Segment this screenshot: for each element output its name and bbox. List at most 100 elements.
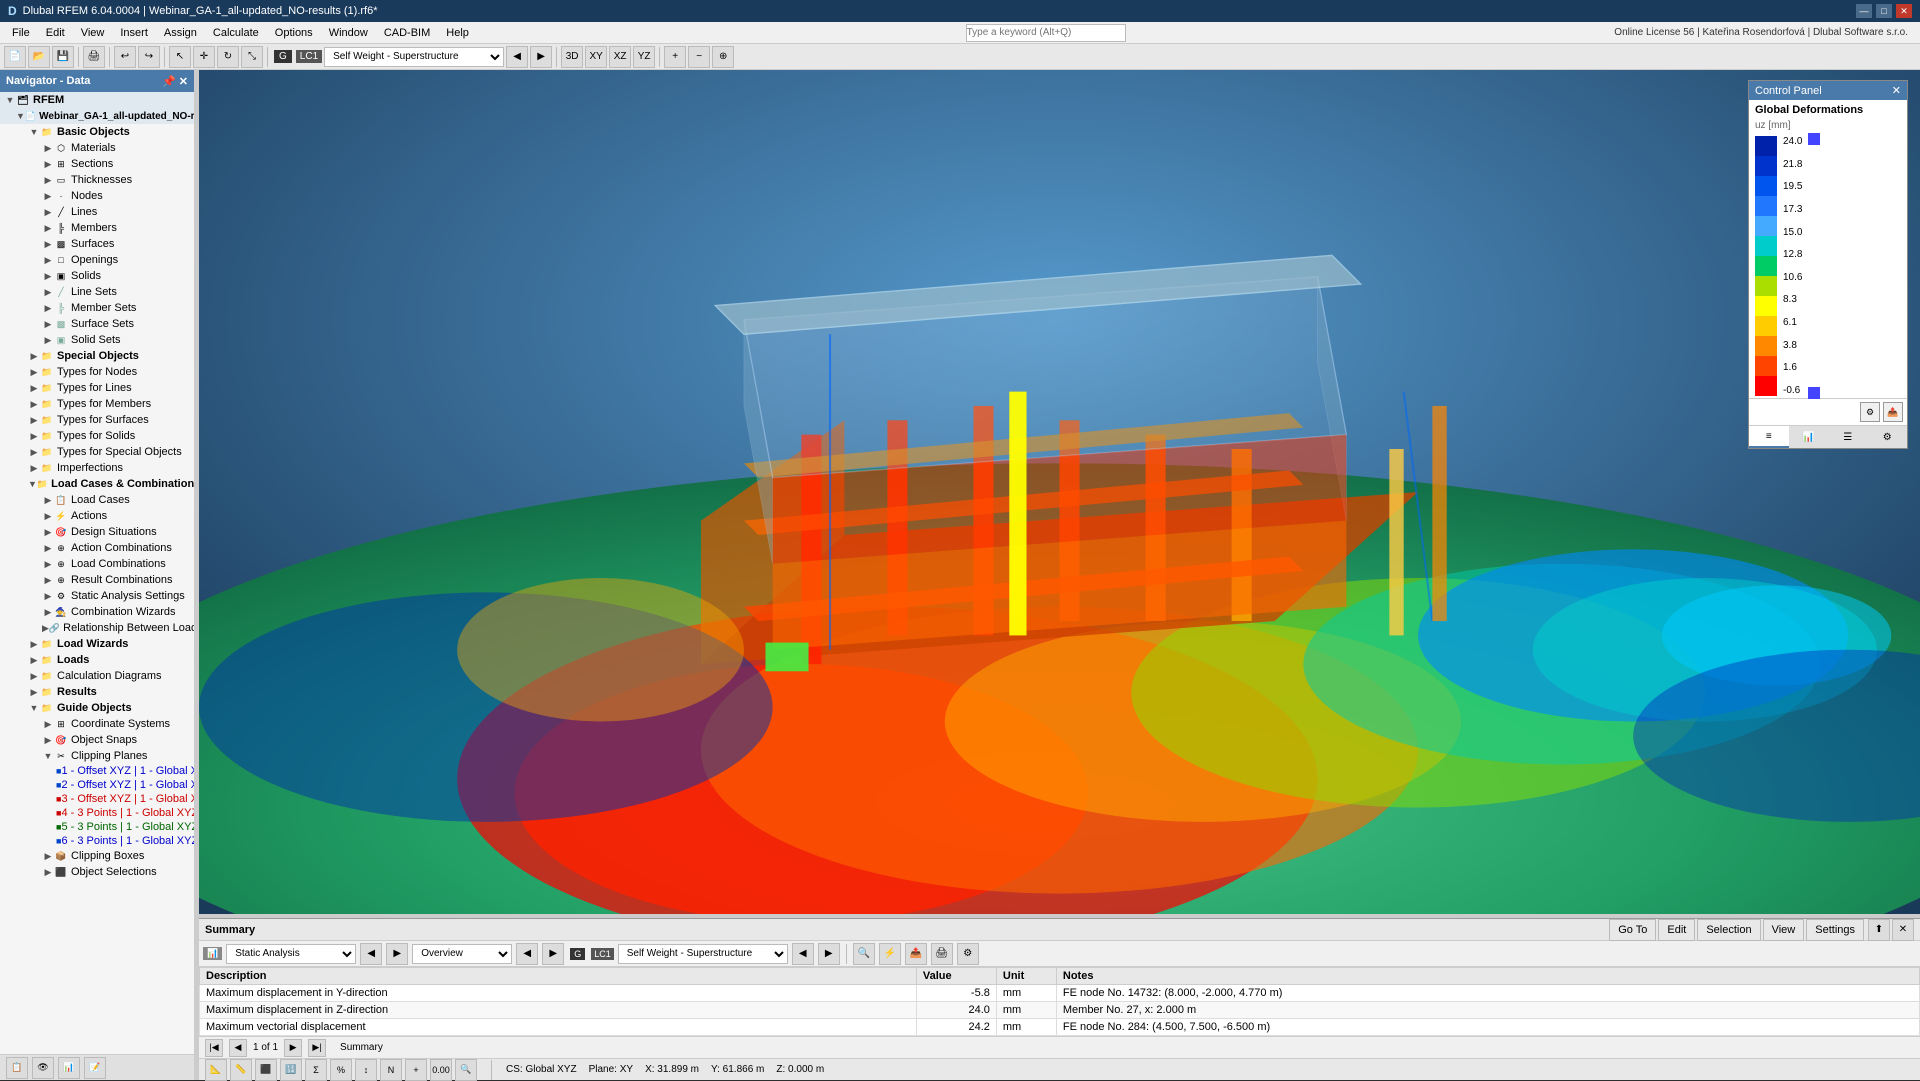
- legend-close-btn[interactable]: ✕: [1892, 84, 1901, 97]
- analysis-type-select[interactable]: Static Analysis: [226, 944, 356, 964]
- nav-clipping-planes[interactable]: ▼ ✂ Clipping Planes: [0, 748, 194, 764]
- menu-assign[interactable]: Assign: [156, 25, 205, 41]
- legend-tab-list[interactable]: ☰: [1828, 426, 1868, 448]
- select-btn[interactable]: ↖: [169, 46, 191, 68]
- edit-btn[interactable]: Edit: [1658, 919, 1695, 941]
- nav-actions[interactable]: ▶ ⚡ Actions: [0, 508, 194, 524]
- nav-member-sets[interactable]: ▶ ╠ Member Sets: [0, 300, 194, 316]
- results-view-next[interactable]: ▶: [542, 943, 564, 965]
- nav-imperfections[interactable]: ▶ 📁 Imperfections: [0, 460, 194, 476]
- legend-tab-chart[interactable]: 📊: [1789, 426, 1829, 448]
- nav-load-wizards[interactable]: ▶ 📁 Load Wizards: [0, 636, 194, 652]
- status-icon-8[interactable]: N: [380, 1059, 402, 1081]
- zoom-out-btn[interactable]: −: [688, 46, 710, 68]
- redo-btn[interactable]: ↪: [138, 46, 160, 68]
- results-export-btn[interactable]: 📤: [905, 943, 927, 965]
- selection-btn[interactable]: Selection: [1697, 919, 1760, 941]
- minimize-button[interactable]: —: [1856, 4, 1872, 18]
- nav-coord-systems[interactable]: ▶ ⊞ Coordinate Systems: [0, 716, 194, 732]
- viewport-area[interactable]: Control Panel ✕ Global Deformations uz […: [199, 70, 1920, 914]
- zoom-in-btn[interactable]: +: [664, 46, 686, 68]
- keyword-search[interactable]: [966, 24, 1126, 42]
- status-icon-1[interactable]: 📐: [205, 1059, 227, 1081]
- save-btn[interactable]: 💾: [52, 46, 74, 68]
- results-lc-prev[interactable]: ◀: [792, 943, 814, 965]
- view-xz-btn[interactable]: XZ: [609, 46, 631, 68]
- page-first-btn[interactable]: |◀: [205, 1039, 223, 1057]
- page-last-btn[interactable]: ▶|: [308, 1039, 326, 1057]
- view-type-select[interactable]: Overview: [412, 944, 512, 964]
- status-icon-10[interactable]: 0.00: [430, 1059, 452, 1081]
- nav-results-btn[interactable]: 📊: [58, 1057, 80, 1079]
- results-filter-btn[interactable]: ⚡: [879, 943, 901, 965]
- results-load-select[interactable]: Self Weight - Superstructure: [618, 944, 788, 964]
- undo-btn[interactable]: ↩: [114, 46, 136, 68]
- nav-basic-objects[interactable]: ▼ 📁 Basic Objects: [0, 124, 194, 140]
- menu-help[interactable]: Help: [438, 25, 477, 41]
- goto-btn[interactable]: Go To: [1609, 919, 1656, 941]
- nav-loads[interactable]: ▶ 📁 Loads: [0, 652, 194, 668]
- nav-results[interactable]: ▶ 📁 Results: [0, 684, 194, 700]
- view-yz-btn[interactable]: YZ: [633, 46, 655, 68]
- nav-types-lines[interactable]: ▶ 📁 Types for Lines: [0, 380, 194, 396]
- print-btn[interactable]: 🖨: [83, 46, 105, 68]
- status-icon-4[interactable]: 🔢: [280, 1059, 302, 1081]
- results-close-btn[interactable]: ✕: [1892, 919, 1914, 941]
- status-icon-5[interactable]: Σ: [305, 1059, 327, 1081]
- status-icon-7[interactable]: ↕: [355, 1059, 377, 1081]
- nav-result-combinations[interactable]: ▶ ⊕ Result Combinations: [0, 572, 194, 588]
- load-case-select[interactable]: Self Weight - Superstructure: [324, 47, 504, 67]
- view3d-btn[interactable]: 3D: [561, 46, 583, 68]
- settings-btn[interactable]: Settings: [1806, 919, 1864, 941]
- nav-combination-wizards[interactable]: ▶ 🧙 Combination Wizards: [0, 604, 194, 620]
- nav-root-rfem[interactable]: ▼ 🗂 RFEM: [0, 92, 194, 108]
- menu-view[interactable]: View: [73, 25, 113, 41]
- results-print-btn[interactable]: 🖨: [931, 943, 953, 965]
- new-btn[interactable]: 📄: [4, 46, 26, 68]
- nav-materials[interactable]: ▶ ⬡ Materials: [0, 140, 194, 156]
- nav-clip-2[interactable]: ■ 2 - Offset XYZ | 1 - Global X: [0, 778, 194, 792]
- nav-thicknesses[interactable]: ▶ ▭ Thicknesses: [0, 172, 194, 188]
- nav-close-icon[interactable]: ✕: [179, 75, 188, 88]
- nav-data-btn[interactable]: 📋: [6, 1057, 28, 1079]
- nav-view-btn[interactable]: 👁: [32, 1057, 54, 1079]
- nav-types-nodes[interactable]: ▶ 📁 Types for Nodes: [0, 364, 194, 380]
- status-icon-3[interactable]: ⬛: [255, 1059, 277, 1081]
- nav-guide-objects[interactable]: ▼ 📁 Guide Objects: [0, 700, 194, 716]
- nav-relationship-loads[interactable]: ▶ 🔗 Relationship Between Load C: [0, 620, 194, 636]
- nav-clip-4[interactable]: ■ 4 - 3 Points | 1 - Global XYZ: [0, 806, 194, 820]
- status-icon-2[interactable]: 📏: [230, 1059, 252, 1081]
- nav-load-cases[interactable]: ▶ 📋 Load Cases: [0, 492, 194, 508]
- nav-sections[interactable]: ▶ ⊞ Sections: [0, 156, 194, 172]
- nav-types-solids[interactable]: ▶ 📁 Types for Solids: [0, 428, 194, 444]
- menu-insert[interactable]: Insert: [112, 25, 156, 41]
- nav-design-situations[interactable]: ▶ 🎯 Design Situations: [0, 524, 194, 540]
- page-next-btn[interactable]: ▶: [284, 1039, 302, 1057]
- legend-export-btn[interactable]: 📤: [1883, 402, 1903, 422]
- status-icon-6[interactable]: %: [330, 1059, 352, 1081]
- zoom-fit-btn[interactable]: ⊕: [712, 46, 734, 68]
- nav-types-members[interactable]: ▶ 📁 Types for Members: [0, 396, 194, 412]
- rotate-btn[interactable]: ↻: [217, 46, 239, 68]
- nav-pin-icon[interactable]: 📌: [162, 75, 176, 88]
- open-btn[interactable]: 📂: [28, 46, 50, 68]
- view-btn[interactable]: View: [1763, 919, 1805, 941]
- nav-load-combinations[interactable]: ▶ ⊕ Load Combinations: [0, 556, 194, 572]
- legend-tab-settings2[interactable]: ⚙: [1868, 426, 1908, 448]
- prev-lc-btn[interactable]: ◀: [506, 46, 528, 68]
- nav-report-btn[interactable]: 📝: [84, 1057, 106, 1079]
- nav-clipping-boxes[interactable]: ▶ 📦 Clipping Boxes: [0, 848, 194, 864]
- results-settings-btn[interactable]: ⚙: [957, 943, 979, 965]
- menu-cad-bim[interactable]: CAD-BIM: [376, 25, 438, 41]
- results-view-prev[interactable]: ◀: [516, 943, 538, 965]
- nav-lines[interactable]: ▶ ╱ Lines: [0, 204, 194, 220]
- view-xy-btn[interactable]: XY: [585, 46, 607, 68]
- nav-solid-sets[interactable]: ▶ ▣ Solid Sets: [0, 332, 194, 348]
- menu-file[interactable]: File: [4, 25, 38, 41]
- nav-surface-sets[interactable]: ▶ ▩ Surface Sets: [0, 316, 194, 332]
- nav-clip-1[interactable]: ■ 1 - Offset XYZ | 1 - Global X: [0, 764, 194, 778]
- nav-types-surfaces[interactable]: ▶ 📁 Types for Surfaces: [0, 412, 194, 428]
- results-lc-next[interactable]: ▶: [818, 943, 840, 965]
- nav-static-analysis[interactable]: ▶ ⚙ Static Analysis Settings: [0, 588, 194, 604]
- menu-options[interactable]: Options: [267, 25, 321, 41]
